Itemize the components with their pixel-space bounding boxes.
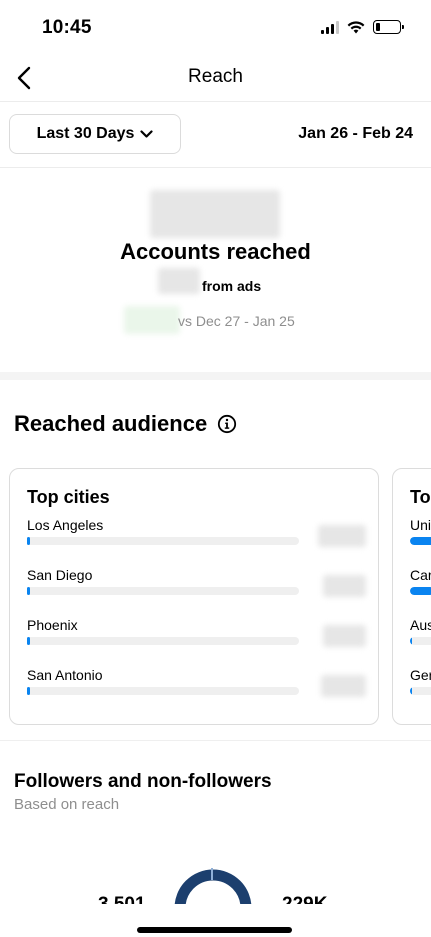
city-row: Los Angeles (27, 517, 367, 557)
city-bar-track (27, 587, 299, 595)
non-followers-count: 229K (282, 894, 327, 904)
country-name: Aus (410, 617, 431, 633)
city-name: San Antonio (27, 667, 103, 683)
wifi-icon (347, 20, 365, 33)
city-name: San Diego (27, 567, 93, 583)
city-bar-fill (27, 587, 31, 595)
followers-donut-chart: 3,501 229K (0, 860, 431, 904)
blurred-reach-value (150, 190, 280, 238)
reach-summary: Accounts reached from ads vs Dec 27 - Ja… (0, 168, 431, 372)
blurred-ads-value (158, 268, 200, 294)
country-bar-fill (410, 587, 431, 595)
filter-row: Last 30 Days Jan 26 - Feb 24 (0, 102, 431, 168)
top-cities-title: Top cities (27, 487, 110, 507)
blurred-city-percent (323, 625, 366, 647)
blurred-change-value (124, 306, 180, 334)
info-icon[interactable] (217, 414, 237, 434)
top-cities-card[interactable]: Top cities Los Angeles San Diego Phoenix Sa… (9, 468, 379, 725)
country-name: Car (410, 567, 431, 583)
country-bar-track (410, 637, 431, 645)
followers-section-title: Followers and non-followers (14, 771, 272, 792)
home-indicator (137, 927, 292, 933)
country-bar-track (410, 537, 431, 545)
reached-audience-title: Reached audience (14, 411, 237, 437)
nav-header: Reach (0, 56, 431, 102)
city-bar-fill (27, 687, 31, 695)
date-range-dropdown[interactable]: Last 30 Days (9, 114, 181, 154)
country-bar-fill (410, 687, 413, 695)
city-bar-fill (27, 637, 31, 645)
section-divider (0, 372, 431, 380)
followers-section-subtitle: Based on reach (14, 796, 120, 813)
date-range-text: Jan 26 - Feb 24 (298, 125, 413, 142)
country-name: Ger (410, 667, 431, 683)
accounts-reached-label: Accounts reached (120, 239, 311, 264)
chevron-down-icon (140, 129, 154, 138)
country-row: Car (410, 567, 431, 607)
blurred-city-percent (321, 675, 366, 697)
status-time: 10:45 (42, 17, 92, 38)
section-divider-thin (0, 740, 431, 741)
country-bar-fill (410, 637, 413, 645)
top-countries-card[interactable]: To Uni Car Aus Ger (392, 468, 431, 725)
page-title: Reach (188, 66, 243, 87)
city-bar-fill (27, 537, 31, 545)
country-row: Uni (410, 517, 431, 557)
country-bar-track (410, 587, 431, 595)
country-name: Uni (410, 517, 431, 533)
country-bar-fill (410, 537, 431, 545)
status-icons (321, 20, 404, 34)
blurred-city-percent (318, 525, 366, 547)
country-bar-track (410, 687, 431, 695)
city-bar-track (27, 687, 299, 695)
country-row: Aus (410, 617, 431, 657)
city-name: Los Angeles (27, 517, 104, 533)
signal-icon (321, 20, 339, 34)
from-ads-label: from ads (202, 278, 262, 294)
status-bar: 10:45 (0, 0, 431, 56)
date-range-dropdown-label: Last 30 Days (36, 125, 135, 142)
blurred-city-percent (323, 575, 366, 597)
country-row: Ger (410, 667, 431, 707)
city-bar-track (27, 537, 299, 545)
reached-audience-heading: Reached audience (14, 411, 208, 436)
top-countries-title: To (410, 487, 431, 507)
city-bar-track (27, 637, 299, 645)
comparison-period: vs Dec 27 - Jan 25 (178, 313, 295, 329)
city-name: Phoenix (27, 617, 78, 633)
donut-ring (174, 868, 252, 904)
battery-icon (373, 20, 404, 34)
city-row: San Diego (27, 567, 367, 607)
city-row: San Antonio (27, 667, 367, 707)
city-row: Phoenix (27, 617, 367, 657)
